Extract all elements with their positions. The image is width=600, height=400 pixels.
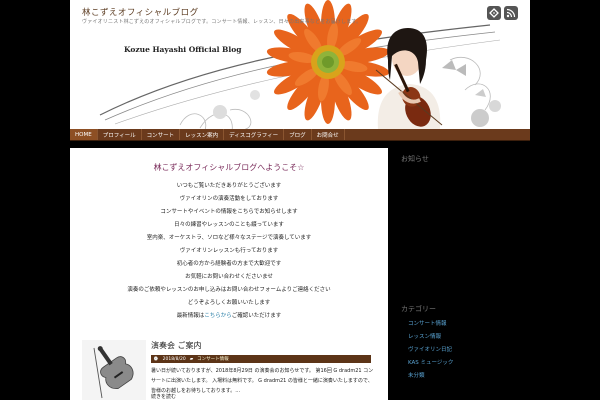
- category-list: コンサート情報 レッスン情報 ヴァイオリン日記 KAS ミュージック 未分類: [395, 318, 453, 383]
- post-category[interactable]: コンサート情報: [197, 356, 229, 362]
- welcome-title: 林こずえオフィシャルブログへようこそ☆: [153, 163, 305, 172]
- category-item[interactable]: レッスン情報: [408, 331, 453, 344]
- welcome-line: コンサートやイベントの情報をこちらでお知らせします: [160, 209, 298, 215]
- nav-item-discography[interactable]: ディスコグラフィー: [224, 129, 285, 140]
- violinist-portrait: [375, 28, 443, 129]
- welcome-line: 日々の練習やレッスンのことも綴っています: [174, 222, 284, 228]
- widget-title-notice: お知らせ: [401, 155, 429, 163]
- welcome-link-suffix: ご確認いただけます: [231, 313, 282, 319]
- post-thumbnail[interactable]: [82, 340, 146, 400]
- welcome-link-prefix: 最新情報は: [176, 313, 205, 319]
- post-date: 2018/8/20: [162, 356, 186, 362]
- welcome-line: 初心者の方から経験者の方まで大歓迎です: [176, 261, 282, 267]
- main-content: 林こずえオフィシャルブログへようこそ☆ いつもご覧いただきありがとうございます …: [70, 148, 388, 400]
- welcome-line-with-link: 最新情報はこちらからご確認いただけます: [70, 310, 388, 323]
- welcome-line: ヴァイオリンレッスンも行っております: [179, 248, 279, 254]
- site-title[interactable]: 林こずえオフィシャルブログ: [82, 6, 199, 18]
- clock-icon: ⌚: [153, 356, 159, 362]
- feedly-icon[interactable]: [487, 6, 501, 20]
- header-icons: [487, 6, 518, 20]
- nav-item-concert[interactable]: コンサート: [142, 129, 181, 140]
- welcome-line: 室内楽、オーケストラ、ソロなど様々なステージで演奏しています: [146, 235, 312, 241]
- welcome-line: ヴァイオリンの演奏活動をしております: [179, 196, 279, 202]
- site-description: ヴァイオリニスト林こずえのオフィシャルブログです。コンサート情報、レッスン、日々…: [82, 19, 362, 25]
- post-meta-bar: ⌚ 2018/8/20 ▰ コンサート情報: [151, 355, 371, 363]
- read-more-link[interactable]: 続きを読む: [151, 393, 176, 400]
- rss-icon[interactable]: [504, 6, 518, 20]
- welcome-line: 演奏のご依頼やレッスンのお申し込みはお問い合わせフォームよりご連絡ください: [127, 287, 331, 293]
- site-header: 林こずえオフィシャルブログ ヴァイオリニスト林こずえのオフィシャルブログです。コ…: [70, 0, 530, 129]
- category-item[interactable]: KAS ミュージック: [408, 357, 453, 370]
- category-item[interactable]: 未分類: [408, 370, 453, 383]
- welcome-link[interactable]: こちらから: [204, 313, 232, 319]
- nav-item-profile[interactable]: プロフィール: [98, 129, 142, 140]
- post-excerpt: 暑い日が続いておりますが、2018年8月29日 の演奏会のお知らせです。 第16…: [151, 368, 374, 394]
- post-title[interactable]: 演奏会 ご案内: [151, 340, 202, 351]
- folder-icon: ▰: [189, 356, 194, 362]
- nav-item-lesson[interactable]: レッスン案内: [180, 129, 225, 140]
- main-navigation: HOME プロフィール コンサート レッスン案内 ディスコグラフィー ブログ お…: [70, 129, 530, 141]
- nav-item-blog[interactable]: ブログ: [284, 129, 312, 140]
- welcome-line: お気軽にお問い合わせくださいませ: [185, 274, 273, 280]
- sidebar: お知らせ カテゴリー コンサート情報 レッスン情報 ヴァイオリン日記 KAS ミ…: [395, 148, 535, 400]
- category-item[interactable]: ヴァイオリン日記: [408, 344, 453, 357]
- nav-item-contact[interactable]: お問合せ: [312, 129, 345, 140]
- widget-title-categories: カテゴリー: [401, 305, 436, 313]
- violin-icon: [93, 346, 134, 399]
- welcome-line: いつもご覧いただきありがとうございます: [176, 183, 282, 189]
- category-item[interactable]: コンサート情報: [408, 318, 453, 331]
- welcome-section: 林こずえオフィシャルブログへようこそ☆ いつもご覧いただきありがとうございます …: [70, 148, 388, 323]
- welcome-line: どうぞよろしくお願いいたします: [187, 300, 271, 306]
- blog-brand-title: Kozue Hayashi Official Blog: [124, 45, 242, 54]
- nav-item-home[interactable]: HOME: [70, 129, 98, 140]
